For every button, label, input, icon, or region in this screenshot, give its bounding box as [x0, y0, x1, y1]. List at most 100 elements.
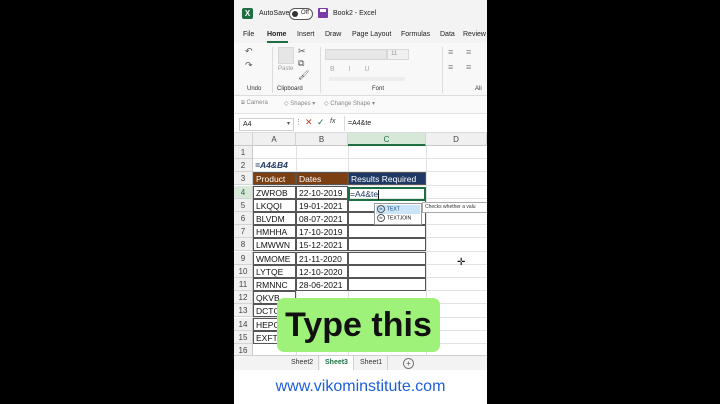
formula-label-cell[interactable]: =A4&B4	[253, 159, 296, 172]
column-header-d[interactable]: D	[426, 133, 487, 146]
separator	[442, 47, 443, 93]
tab-review[interactable]: Review	[463, 31, 486, 38]
sheet-tab-sheet1[interactable]: Sheet1	[355, 356, 389, 370]
row-header-14[interactable]: 14	[234, 317, 253, 331]
align-center-icon[interactable]: ≡	[466, 62, 471, 72]
cell-edit-text: =A4&te	[350, 188, 380, 201]
ribbon: ↶ ↷ Undo Paste ✂ ⧉ 🖌 Clipboard 11 B I U …	[234, 43, 487, 96]
enter-icon[interactable]: ✓	[317, 117, 325, 128]
align-left-icon[interactable]: ≡	[448, 62, 453, 72]
row-header-4[interactable]: 4	[234, 185, 253, 199]
product-cell[interactable]: BLVDM	[253, 212, 296, 225]
font-family-box[interactable]	[325, 49, 387, 60]
paste-icon[interactable]	[278, 47, 294, 64]
product-cell[interactable]: LKQQI	[253, 198, 296, 212]
font-size-box[interactable]: 11	[387, 49, 409, 60]
align-top-icon[interactable]: ≡	[448, 47, 453, 57]
undo-icon[interactable]: ↶	[245, 46, 253, 57]
header-results-required[interactable]: Results Required	[348, 172, 426, 186]
chevron-down-icon[interactable]: ▾	[287, 119, 290, 130]
tab-insert[interactable]: Insert	[297, 31, 315, 38]
product-cell[interactable]: WMOME	[253, 251, 296, 265]
excel-logo-icon: X	[242, 8, 253, 19]
row-header-3[interactable]: 3	[234, 172, 253, 186]
date-cell[interactable]: 08-07-2021	[296, 212, 348, 225]
select-all-corner[interactable]	[234, 133, 253, 146]
autosave-toggle[interactable]: Off	[289, 8, 313, 20]
tab-formulas[interactable]: Formulas	[401, 31, 430, 38]
product-cell[interactable]: LMWWN	[253, 238, 296, 252]
autocomplete-item-textjoin[interactable]: fx TEXTJOIN	[376, 214, 420, 223]
copy-icon[interactable]: ⧉	[298, 58, 304, 69]
product-cell[interactable]: LYTQE	[253, 264, 296, 278]
autocomplete-item-text[interactable]: fx TEXT	[376, 205, 420, 214]
redo-icon[interactable]: ↷	[245, 60, 253, 71]
formula-input[interactable]: =A4&te	[344, 116, 487, 131]
cancel-icon[interactable]: ✕	[305, 117, 313, 128]
row-header-9[interactable]: 9	[234, 251, 253, 265]
row-header-6[interactable]: 6	[234, 212, 253, 225]
tab-home[interactable]: Home	[267, 31, 286, 38]
result-cell[interactable]	[348, 251, 426, 265]
function-icon: fx	[377, 214, 385, 222]
row-header-15[interactable]: 15	[234, 330, 253, 344]
header-dates[interactable]: Dates	[296, 172, 348, 186]
row-header-1[interactable]: 1	[234, 146, 253, 159]
row-header-10[interactable]: 10	[234, 264, 253, 278]
format-painter-icon[interactable]: 🖌	[298, 70, 309, 81]
date-cell[interactable]: 22-10-2019	[296, 185, 348, 199]
result-cell[interactable]	[348, 238, 426, 252]
date-cell[interactable]: 21-11-2020	[296, 251, 348, 265]
tab-data[interactable]: Data	[440, 31, 455, 38]
product-cell[interactable]: ZWROB	[253, 185, 296, 199]
cut-icon[interactable]: ✂	[298, 46, 306, 57]
date-cell[interactable]: 17-10-2019	[296, 225, 348, 239]
font-style-buttons[interactable]: B I U	[330, 66, 376, 73]
row-header-12[interactable]: 12	[234, 291, 253, 305]
add-sheet-icon[interactable]: +	[403, 358, 414, 369]
product-cell[interactable]: HMHHA	[253, 225, 296, 239]
toggle-knob-icon	[292, 11, 298, 17]
tab-page-layout[interactable]: Page Layout	[352, 31, 391, 38]
save-icon[interactable]	[318, 8, 328, 18]
date-cell[interactable]: 12-10-2020	[296, 264, 348, 278]
header-product[interactable]: Product	[253, 172, 296, 186]
row-header-11[interactable]: 11	[234, 278, 253, 291]
name-box[interactable]: A4 ▾	[239, 118, 294, 131]
camera-button[interactable]: ⧇ Camera	[241, 100, 268, 107]
result-cell[interactable]	[348, 278, 426, 291]
product-cell[interactable]: RMNNC	[253, 278, 296, 291]
row-header-13[interactable]: 13	[234, 304, 253, 318]
function-tooltip: Checks whether a valu	[422, 202, 487, 213]
document-title: Book2 - Excel	[333, 10, 377, 17]
tab-draw[interactable]: Draw	[325, 31, 341, 38]
align-middle-icon[interactable]: ≡	[466, 47, 471, 57]
shapes-label: Shapes	[290, 101, 311, 107]
row-header-5[interactable]: 5	[234, 198, 253, 212]
result-cell[interactable]	[348, 264, 426, 278]
cursor-crosshair-icon: ✛	[457, 257, 466, 268]
change-shape-button[interactable]: ◇ Change Shape ▾	[324, 100, 375, 107]
date-cell[interactable]: 15-12-2021	[296, 238, 348, 252]
column-header-a[interactable]: A	[253, 133, 296, 146]
footer-url: www.vikominstitute.com	[234, 370, 487, 404]
name-box-value: A4	[243, 121, 252, 128]
quick-access-toolbar: ⧇ Camera ◇ Shapes ▾ ◇ Change Shape ▾	[234, 96, 487, 114]
row-header-7[interactable]: 7	[234, 225, 253, 239]
column-header-b[interactable]: B	[296, 133, 348, 146]
row-header-8[interactable]: 8	[234, 238, 253, 252]
row-header-2[interactable]: 2	[234, 159, 253, 173]
clipboard-group-label: Clipboard	[277, 86, 303, 92]
shapes-button[interactable]: ◇ Shapes ▾	[284, 100, 315, 107]
ribbon-tabs: File Home Insert Draw Page Layout Formul…	[234, 27, 487, 43]
insert-function-icon[interactable]: fx	[330, 118, 335, 125]
font-color-row[interactable]	[329, 77, 405, 81]
column-header-c[interactable]: C	[348, 133, 426, 146]
change-shape-label: Change Shape	[330, 101, 371, 107]
tab-file[interactable]: File	[243, 31, 254, 38]
result-cell[interactable]	[348, 225, 426, 239]
sheet-tab-sheet2[interactable]: Sheet2	[286, 356, 320, 370]
date-cell[interactable]: 28-06-2021	[296, 278, 348, 291]
date-cell[interactable]: 19-01-2021	[296, 198, 348, 212]
separator	[320, 47, 321, 93]
